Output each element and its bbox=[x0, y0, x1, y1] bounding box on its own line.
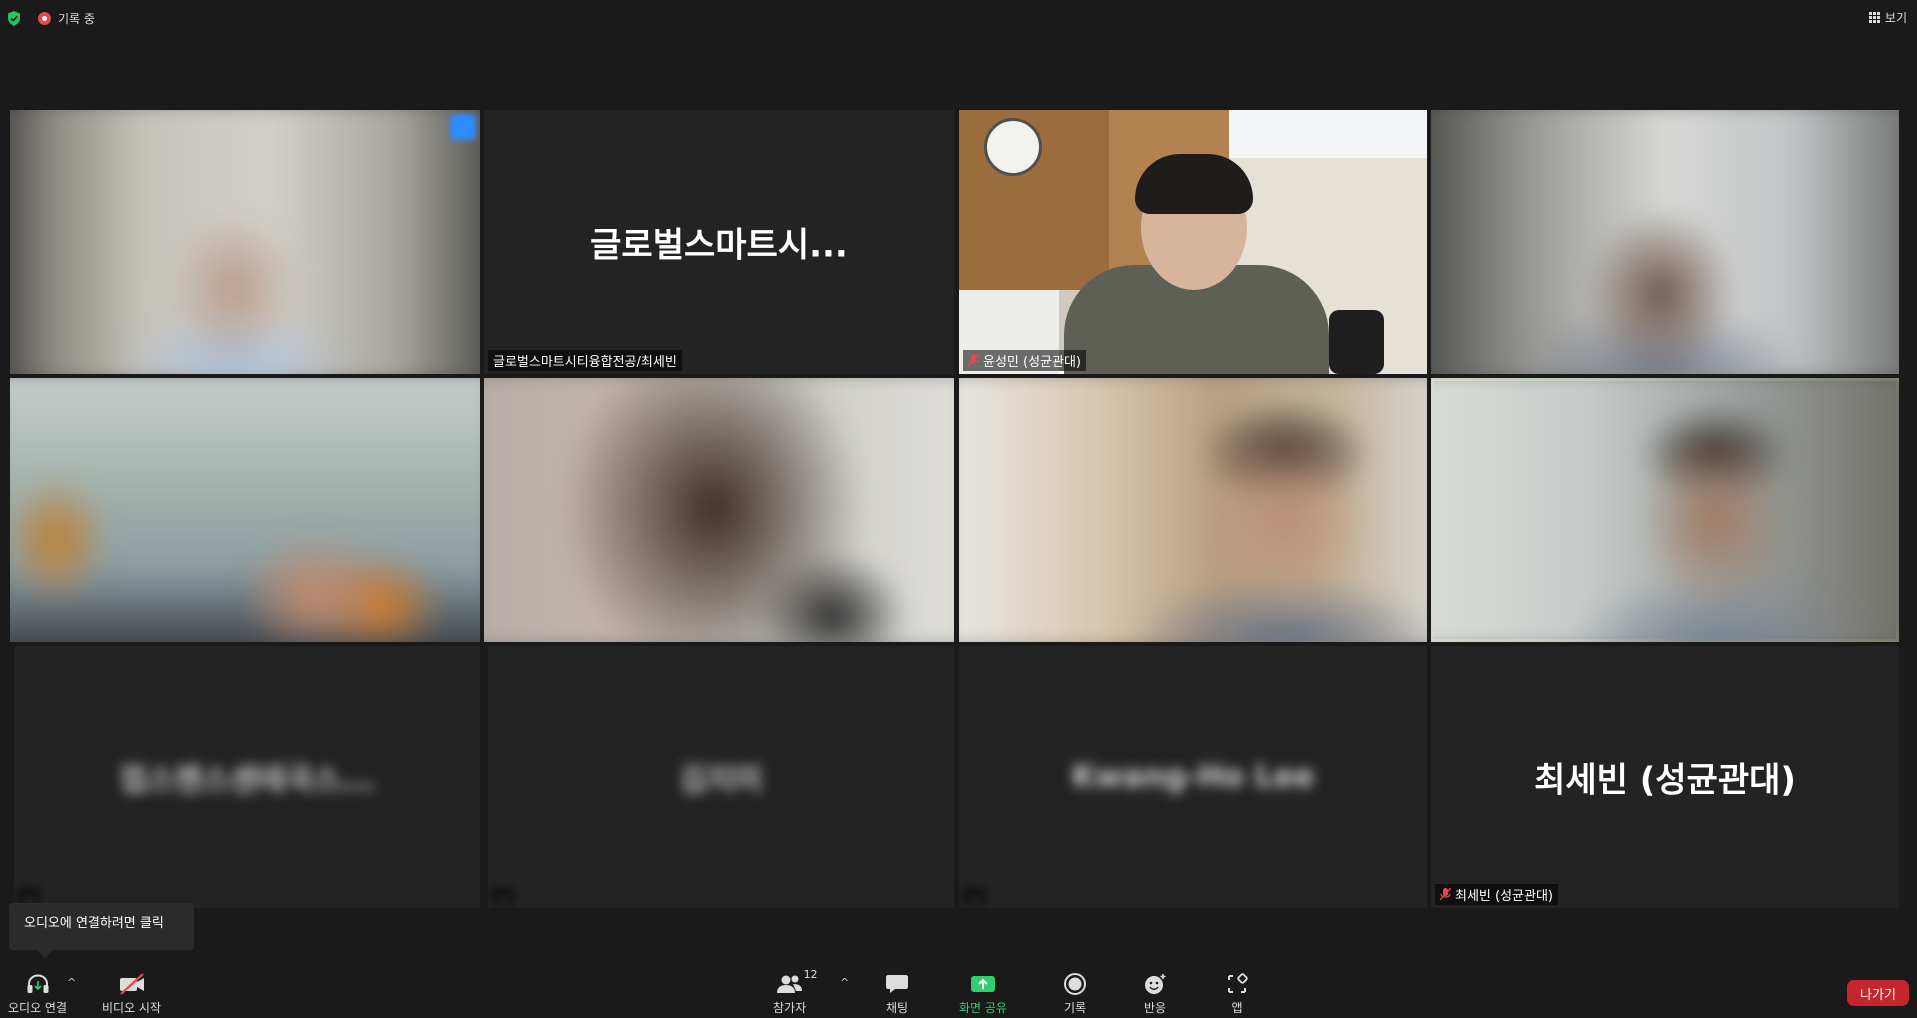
join-audio-button[interactable]: 오디오 연결 bbox=[8, 972, 67, 1016]
participant-name-tag: 최세빈 (성균관대) bbox=[1435, 884, 1558, 905]
participant-name: 최세빈 (성균관대) bbox=[1455, 889, 1553, 904]
participant-name-tag: 윤성민 (성균관대) bbox=[963, 350, 1086, 371]
shield-check-icon[interactable] bbox=[7, 11, 21, 26]
participant-tile[interactable] bbox=[1431, 378, 1899, 642]
mic-muted-icon bbox=[968, 354, 979, 367]
participants-button[interactable]: 12 참가자 bbox=[773, 968, 818, 1016]
participant-tile[interactable] bbox=[959, 378, 1427, 642]
share-screen-label: 화면 공유 bbox=[959, 1001, 1007, 1015]
reactions-button[interactable]: 반응 bbox=[1143, 972, 1167, 1016]
join-audio-label: 오디오 연결 bbox=[8, 1001, 68, 1015]
chat-bubble-icon bbox=[886, 975, 908, 993]
participant-display-name: 김지미 bbox=[679, 763, 763, 798]
participant-name: ... bbox=[497, 889, 510, 904]
participant-display-name: 최세빈 (성균관대) bbox=[1534, 760, 1796, 801]
tooltip-text: 오디오에 연결하려면 클릭 bbox=[24, 916, 164, 931]
start-video-label: 비디오 시작 bbox=[102, 1001, 162, 1015]
record-label: 기록 bbox=[1063, 1001, 1087, 1015]
participant-name-tag: ... bbox=[963, 888, 986, 905]
participant-display-name: 글로벌스마트시... bbox=[590, 225, 848, 266]
participants-icon bbox=[776, 975, 802, 993]
participant-tile[interactable]: Kwang-Ho Lee ... bbox=[959, 646, 1427, 908]
mic-muted-icon bbox=[1440, 888, 1451, 901]
meeting-top-bar: 기록 중 보기 bbox=[0, 0, 1917, 34]
view-label: 보기 bbox=[1884, 11, 1907, 25]
participant-tile[interactable]: 최세빈 (성균관대) 최세빈 (성균관대) bbox=[1431, 646, 1899, 908]
share-screen-button[interactable]: 화면 공유 bbox=[959, 972, 1007, 1016]
reactions-label: 반응 bbox=[1143, 1001, 1167, 1015]
apps-icon bbox=[1228, 973, 1248, 993]
participant-name: ... bbox=[23, 889, 36, 904]
recording-indicator[interactable]: 기록 중 bbox=[38, 10, 95, 27]
chat-button[interactable]: 채팅 bbox=[885, 972, 909, 1016]
headphones-icon bbox=[27, 974, 48, 993]
participant-count: 12 bbox=[803, 968, 818, 981]
participant-display-name: Kwang-Ho Lee bbox=[1071, 759, 1315, 795]
meeting-toolbar: 오디오 연결 ^ 비디오 시작 12 참가자 ^ 채팅 화면 공유 기록 반응 … bbox=[0, 960, 1917, 1018]
participant-name: 윤성민 (성균관대) bbox=[983, 355, 1081, 370]
apps-label: 앱 bbox=[1231, 1001, 1243, 1015]
share-screen-icon bbox=[970, 976, 995, 992]
participants-label: 참가자 bbox=[773, 1001, 807, 1015]
record-icon bbox=[1064, 973, 1086, 995]
participant-tile[interactable]: 접스맨스센테국스... ... bbox=[14, 646, 480, 908]
recording-dot-icon bbox=[38, 12, 51, 25]
blurred-badge bbox=[450, 114, 476, 140]
participant-tile[interactable] bbox=[10, 110, 480, 374]
participant-tile[interactable]: 김지미 ... bbox=[488, 646, 954, 908]
recording-label: 기록 중 bbox=[58, 12, 95, 26]
participant-tile[interactable] bbox=[1431, 110, 1899, 374]
audio-options-chevron-up-icon[interactable]: ^ bbox=[67, 976, 76, 989]
participant-name: 글로벌스마트시티융합전공/최세빈 bbox=[493, 355, 677, 370]
participant-tile[interactable] bbox=[10, 378, 480, 642]
participant-tile[interactable]: 윤성민 (성균관대) bbox=[959, 110, 1427, 374]
participant-tile[interactable]: 글로벌스마트시... 글로벌스마트시티융합전공/최세빈 bbox=[484, 110, 954, 374]
participant-display-name: 접스맨스센테국스... bbox=[119, 763, 375, 798]
record-button[interactable]: 기록 bbox=[1063, 972, 1087, 1016]
video-off-icon bbox=[119, 973, 144, 995]
participant-name-tag: 글로벌스마트시티융합전공/최세빈 bbox=[488, 350, 682, 371]
leave-button[interactable]: 나가기 bbox=[1847, 980, 1909, 1006]
participant-name-tag: ... bbox=[492, 888, 515, 905]
audio-connect-tooltip[interactable]: 오디오에 연결하려면 클릭 bbox=[9, 903, 194, 958]
view-button[interactable]: 보기 bbox=[1868, 9, 1907, 26]
participant-name: ... bbox=[968, 889, 981, 904]
grid-view-icon bbox=[1868, 12, 1880, 23]
participants-options-chevron-up-icon[interactable]: ^ bbox=[840, 976, 849, 989]
apps-button[interactable]: 앱 bbox=[1225, 972, 1249, 1016]
participant-tile[interactable] bbox=[484, 378, 954, 642]
emoji-icon bbox=[1145, 974, 1166, 994]
chat-label: 채팅 bbox=[885, 1001, 909, 1015]
start-video-button[interactable]: 비디오 시작 bbox=[102, 972, 161, 1016]
